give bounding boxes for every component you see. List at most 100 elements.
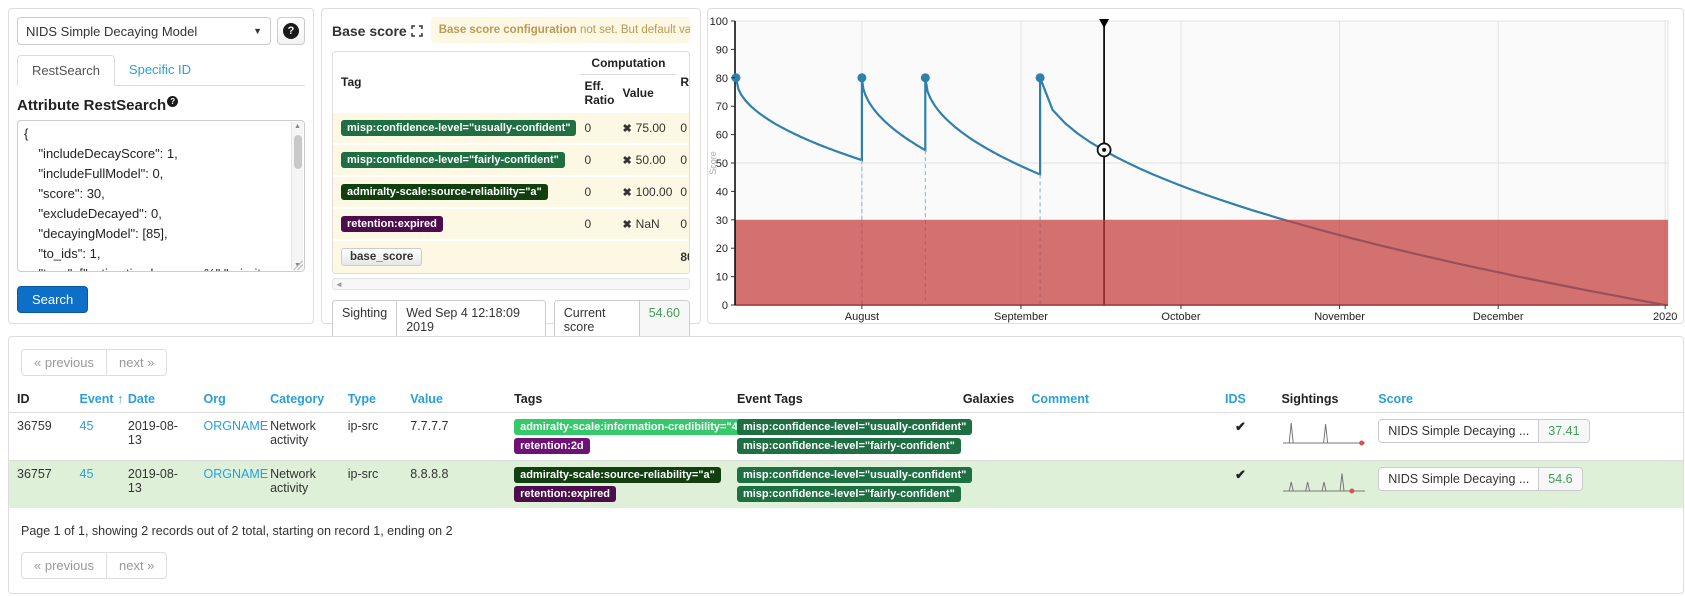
column-header-sightings: Sightings [1273,386,1370,413]
column-header-date[interactable]: Date [120,386,196,413]
help-button[interactable]: ? [277,17,305,45]
svg-text:20: 20 [716,243,728,255]
expand-icon[interactable] [411,25,423,37]
col-computation: Computation [580,52,676,75]
base-score-row: admiralty-scale:source-reliability="a" 0✖… [333,176,690,208]
column-header-type[interactable]: Type [340,386,403,413]
tag-badge[interactable]: misp:confidence-level="fairly-confident" [737,486,961,502]
model-select-value: NIDS Simple Decaying Model [26,24,197,39]
previous-page-button[interactable]: « previous [21,349,107,376]
tag-badge[interactable]: retention:2d [514,438,590,454]
svg-text:2020: 2020 [1653,311,1677,323]
scroll-left-icon[interactable]: ◄ [335,280,343,289]
tag-badge[interactable]: misp:confidence-level="fairly-confident" [341,152,565,168]
cell-date: 2019-08-13 [120,413,196,461]
svg-text:September: September [994,311,1048,323]
org-link[interactable]: ORGNAME [204,467,269,481]
tag-badge[interactable]: admiralty-scale:information-credibility=… [514,419,749,435]
result-value: 0 [676,144,690,176]
misp-decaying-model-tool: NIDS Simple Decaying Model ▼ ? RestSearc… [0,0,1685,596]
base-score-row: misp:confidence-level="usually-confident… [333,112,690,144]
dropdown-caret-icon: ▼ [253,26,262,36]
multiply-icon: ✖ [622,219,631,231]
event-link[interactable]: 45 [80,419,94,433]
restsearch-heading: Attribute RestSearch? [17,96,305,114]
cell-score: NIDS Simple Decaying ...37.41 [1370,413,1683,461]
score-model-name: NIDS Simple Decaying ... [1379,468,1538,490]
horizontal-scrollbar[interactable]: ◄ [332,278,690,290]
cell-tags: admiralty-scale:source-reliability="a" re… [506,461,729,509]
base-score-panel: Base score Base score configuration not … [321,8,701,324]
col-tag: Tag [333,52,580,112]
base-score-warning: Base score configuration not set. But de… [431,17,690,43]
decay-score-badge[interactable]: NIDS Simple Decaying ...54.6 [1378,467,1582,491]
last-sighting-dot [1350,489,1355,494]
tag-badge[interactable]: misp:confidence-level="usually-confident… [737,467,972,483]
tag-badge[interactable]: retention:expired [514,486,616,502]
column-header-comment[interactable]: Comment [1023,386,1217,413]
svg-text:November: November [1314,311,1365,323]
column-header-org[interactable]: Org [196,386,263,413]
tag-badge[interactable]: admiralty-scale:source-reliability="a" [341,184,548,200]
column-header-id: ID [9,386,72,413]
model-panel: NIDS Simple Decaying Model ▼ ? RestSearc… [8,8,314,324]
next-page-button[interactable]: next » [107,349,167,376]
cell-score: NIDS Simple Decaying ...54.6 [1370,461,1683,509]
next-page-button[interactable]: next » [107,552,167,579]
org-link[interactable]: ORGNAME [204,419,269,433]
cell-comment [1023,413,1217,461]
svg-text:80: 80 [716,73,728,85]
decay-chart-panel: 0102030405060708090100AugustSeptemberOct… [707,8,1684,324]
svg-text:October: October [1161,311,1200,323]
base-score-total-row: base_score80.00 [333,240,690,273]
cell-type: ip-src [340,413,403,461]
cell-value: 7.7.7.7 [402,413,506,461]
pagination-top: « previous next » [21,349,167,376]
ids-check-icon: ✔ [1225,467,1246,482]
column-header-category[interactable]: Category [262,386,340,413]
svg-text:90: 90 [716,44,728,56]
model-select[interactable]: NIDS Simple Decaying Model ▼ [17,17,271,45]
tag-badge[interactable]: retention:expired [341,216,443,232]
computation-value: ✖100.00 [618,176,676,208]
tag-badge[interactable]: admiralty-scale:source-reliability="a" [514,467,721,483]
sighting-dot [921,73,930,82]
column-header-score[interactable]: Score [1370,386,1683,413]
help-icon[interactable]: ? [167,96,178,107]
tag-badge[interactable]: misp:confidence-level="usually-confident… [737,419,972,435]
search-button[interactable]: Search [17,286,88,313]
cell-category: Network activity [262,413,340,461]
previous-page-button[interactable]: « previous [21,552,107,579]
cell-date: 2019-08-13 [120,461,196,509]
column-header-ids[interactable]: IDS [1217,386,1273,413]
cell-ids: ✔ [1217,461,1273,509]
results-panel: « previous next » IDEvent ↑DateOrgCatego… [8,336,1684,594]
cell-tags: admiralty-scale:information-credibility=… [506,413,729,461]
sighting-group: Sighting Wed Sep 4 12:18:09 2019 [332,300,546,340]
textarea-scrollbar[interactable]: ▲ ▼ [291,122,303,270]
score-model-name: NIDS Simple Decaying ... [1379,420,1538,442]
decay-score-chart[interactable]: 0102030405060708090100AugustSeptemberOct… [708,9,1683,323]
resize-handle-icon[interactable] [293,260,303,270]
score-value: 54.6 [1538,468,1581,490]
scrollbar-thumb[interactable] [294,135,302,169]
pagination-summary: Page 1 of 1, showing 2 records out of 2 … [21,524,1683,538]
scroll-up-icon[interactable]: ▲ [294,123,301,130]
cell-category: Network activity [262,461,340,509]
tab-specific-id[interactable]: Specific ID [115,55,205,85]
event-link[interactable]: 45 [80,467,94,481]
eff-ratio-value: 0 [580,176,618,208]
svg-text:60: 60 [716,130,728,142]
restsearch-textarea[interactable]: { "includeDecayScore": 1, "includeFullMo… [17,120,305,272]
ids-check-icon: ✔ [1225,419,1246,434]
cell-comment [1023,461,1217,509]
base-score-pill: base_score [341,248,422,266]
tag-badge[interactable]: misp:confidence-level="usually-confident… [341,120,576,136]
tag-badge[interactable]: misp:confidence-level="fairly-confident" [737,438,961,454]
column-header-value[interactable]: Value [402,386,506,413]
column-header-event[interactable]: Event ↑ [72,386,120,413]
cell-id: 36759 [9,413,72,461]
base-score-table: Tag Computation Result Eff. Ratio Value … [332,51,690,274]
tab-restsearch[interactable]: RestSearch [17,55,115,86]
decay-score-badge[interactable]: NIDS Simple Decaying ...37.41 [1378,419,1589,443]
